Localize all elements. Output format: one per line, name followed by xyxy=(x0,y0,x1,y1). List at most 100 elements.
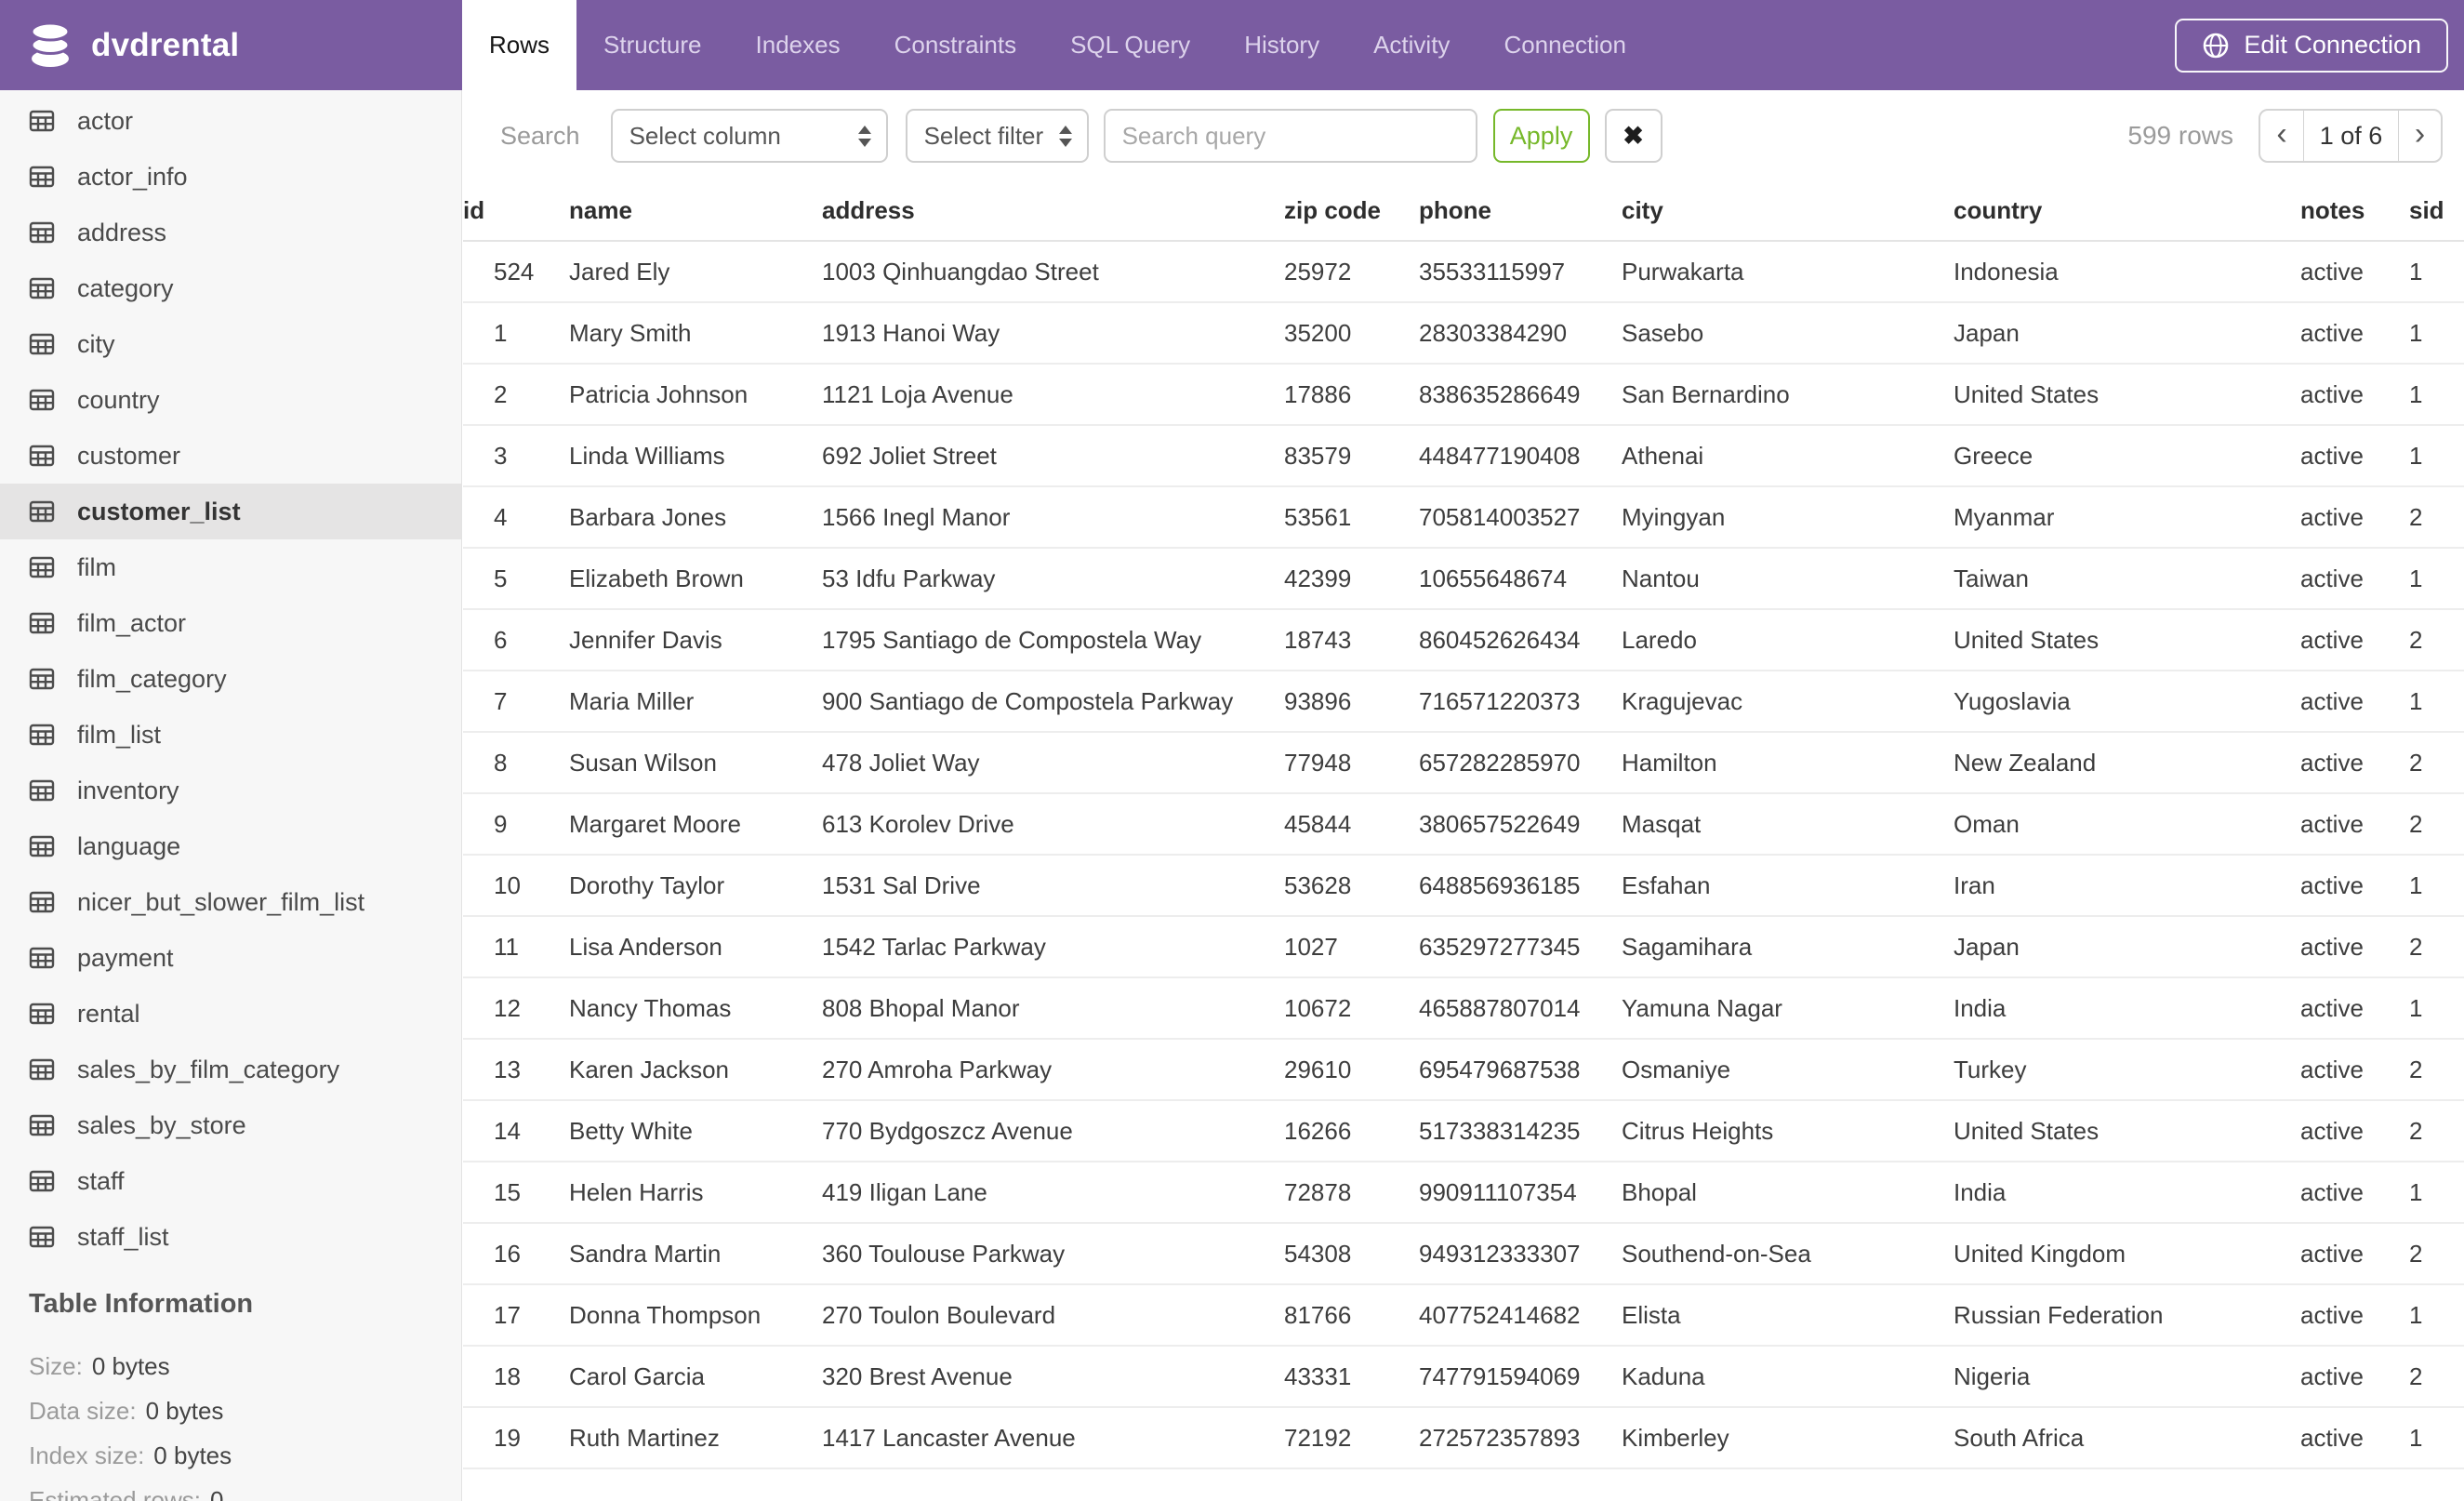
table-row[interactable]: 9 Margaret Moore 613 Korolev Drive 45844… xyxy=(463,793,2464,856)
table-row[interactable]: 7 Maria Miller 900 Santiago de Compostel… xyxy=(463,671,2464,733)
sidebar-item-table[interactable]: actor xyxy=(0,93,461,149)
clear-search-button[interactable]: ✖ xyxy=(1604,109,1663,163)
sidebar-item-table[interactable]: film_list xyxy=(0,707,461,763)
table-icon xyxy=(28,665,56,693)
sidebar-item-table[interactable]: language xyxy=(0,818,461,874)
tab[interactable]: Connection xyxy=(1477,0,1653,90)
cell-sid: 1 xyxy=(2409,1162,2464,1224)
sidebar-item-table[interactable]: address xyxy=(0,205,461,260)
table-row[interactable]: 11 Lisa Anderson 1542 Tarlac Parkway 102… xyxy=(463,916,2464,978)
table-row[interactable]: 2 Patricia Johnson 1121 Loja Avenue 1788… xyxy=(463,364,2464,426)
cell-id: 16 xyxy=(463,1223,569,1285)
table-row[interactable]: 15 Helen Harris 419 Iligan Lane 72878 99… xyxy=(463,1162,2464,1224)
table-row[interactable]: 12 Nancy Thomas 808 Bhopal Manor 10672 4… xyxy=(463,977,2464,1040)
table-name-label: film_category xyxy=(77,664,227,693)
select-column-dropdown[interactable]: Select column xyxy=(610,109,888,163)
sidebar-item-table[interactable]: nicer_but_slower_film_list xyxy=(0,874,461,930)
table-icon xyxy=(28,888,56,916)
sidebar-item-table[interactable]: customer xyxy=(0,428,461,484)
sidebar-item-table[interactable]: payment xyxy=(0,930,461,986)
table-body: 524 Jared Ely 1003 Qinhuangdao Street 25… xyxy=(463,241,2464,1469)
sidebar-item-table[interactable]: actor_info xyxy=(0,149,461,205)
sidebar-item-table[interactable]: rental xyxy=(0,986,461,1042)
sidebar-item-table[interactable]: city xyxy=(0,316,461,372)
table-icon xyxy=(28,107,56,135)
row-count-label: 599 rows xyxy=(2127,121,2233,150)
tab[interactable]: Structure xyxy=(576,0,729,90)
select-caret-icon xyxy=(1058,125,1072,147)
table-row[interactable]: 524 Jared Ely 1003 Qinhuangdao Street 25… xyxy=(463,241,2464,303)
table-row[interactable]: 1 Mary Smith 1913 Hanoi Way 35200 283033… xyxy=(463,302,2464,365)
apply-button[interactable]: Apply xyxy=(1492,109,1590,163)
table-row[interactable]: 10 Dorothy Taylor 1531 Sal Drive 53628 6… xyxy=(463,855,2464,917)
cell-name: Elizabeth Brown xyxy=(569,548,822,610)
cell-city: Citrus Heights xyxy=(1622,1100,1954,1162)
select-filter-dropdown[interactable]: Select filter xyxy=(905,109,1089,163)
column-header[interactable]: id xyxy=(463,181,569,242)
cell-zip-code: 42399 xyxy=(1284,548,1419,610)
cell-notes: active xyxy=(2300,916,2409,978)
table-row[interactable]: 5 Elizabeth Brown 53 Idfu Parkway 42399 … xyxy=(463,548,2464,610)
next-page-button[interactable]: › xyxy=(2399,111,2441,161)
sidebar-item-table[interactable]: inventory xyxy=(0,763,461,818)
table-row[interactable]: 6 Jennifer Davis 1795 Santiago de Compos… xyxy=(463,609,2464,671)
table-information-heading: Table Information xyxy=(29,1289,254,1319)
column-header[interactable]: phone xyxy=(1419,181,1622,242)
previous-page-button[interactable]: ‹ xyxy=(2260,111,2303,161)
cell-zip-code: 77948 xyxy=(1284,732,1419,794)
cell-id: 1 xyxy=(463,302,569,365)
tab[interactable]: Activity xyxy=(1346,0,1477,90)
sidebar-item-table[interactable]: film xyxy=(0,539,461,595)
cell-country: India xyxy=(1954,977,2300,1040)
table-icon xyxy=(28,721,56,749)
sidebar-item-table[interactable]: sales_by_film_category xyxy=(0,1042,461,1097)
table-row[interactable]: 17 Donna Thompson 270 Toulon Boulevard 8… xyxy=(463,1284,2464,1347)
table-row[interactable]: 4 Barbara Jones 1566 Inegl Manor 53561 7… xyxy=(463,486,2464,549)
sidebar-item-table[interactable]: country xyxy=(0,372,461,428)
cell-name: Linda Williams xyxy=(569,425,822,487)
column-header[interactable]: city xyxy=(1622,181,1954,242)
cell-notes: active xyxy=(2300,671,2409,733)
cell-zip-code: 93896 xyxy=(1284,671,1419,733)
sidebar-item-table[interactable]: sales_by_store xyxy=(0,1097,461,1153)
column-header[interactable]: notes xyxy=(2300,181,2409,242)
tab[interactable]: Constraints xyxy=(868,0,1044,90)
column-header[interactable]: address xyxy=(822,181,1284,242)
sidebar-item-table[interactable]: staff_list xyxy=(0,1209,461,1265)
column-header[interactable]: name xyxy=(569,181,822,242)
sidebar-item-table[interactable]: film_category xyxy=(0,651,461,707)
cell-address: 692 Joliet Street xyxy=(822,425,1284,487)
column-header[interactable]: country xyxy=(1954,181,2300,242)
cell-phone: 380657522649 xyxy=(1419,793,1622,856)
table-row[interactable]: 19 Ruth Martinez 1417 Lancaster Avenue 7… xyxy=(463,1407,2464,1469)
table-name-label: inventory xyxy=(77,776,179,804)
table-row[interactable]: 18 Carol Garcia 320 Brest Avenue 43331 7… xyxy=(463,1346,2464,1408)
sidebar-item-table[interactable]: staff xyxy=(0,1153,461,1209)
cell-id: 14 xyxy=(463,1100,569,1162)
cell-name: Margaret Moore xyxy=(569,793,822,856)
table-row[interactable]: 8 Susan Wilson 478 Joliet Way 77948 6572… xyxy=(463,732,2464,794)
tab[interactable]: Rows xyxy=(462,0,577,90)
sidebar-item-table[interactable]: customer_list xyxy=(0,484,461,539)
sidebar-item-table[interactable]: film_actor xyxy=(0,595,461,651)
tab[interactable]: Indexes xyxy=(729,0,868,90)
tab[interactable]: SQL Query xyxy=(1043,0,1217,90)
table-row[interactable]: 16 Sandra Martin 360 Toulouse Parkway 54… xyxy=(463,1223,2464,1285)
table-icon xyxy=(28,1056,56,1083)
column-header[interactable]: zip code xyxy=(1284,181,1419,242)
column-header[interactable]: sid xyxy=(2409,181,2464,242)
table-row[interactable]: 14 Betty White 770 Bydgoszcz Avenue 1626… xyxy=(463,1100,2464,1162)
table-row[interactable]: 13 Karen Jackson 270 Amroha Parkway 2961… xyxy=(463,1039,2464,1101)
cell-notes: active xyxy=(2300,977,2409,1040)
cell-country: United States xyxy=(1954,609,2300,671)
cell-address: 478 Joliet Way xyxy=(822,732,1284,794)
table-row[interactable]: 3 Linda Williams 692 Joliet Street 83579… xyxy=(463,425,2464,487)
cell-city: Hamilton xyxy=(1622,732,1954,794)
tab[interactable]: History xyxy=(1217,0,1346,90)
cell-country: India xyxy=(1954,1162,2300,1224)
search-query-input[interactable] xyxy=(1103,109,1477,163)
rows-table: id name address zip code phone city coun… xyxy=(463,181,2464,1469)
sidebar-item-table[interactable]: category xyxy=(0,260,461,316)
edit-connection-button[interactable]: Edit Connection xyxy=(2175,18,2448,73)
table-icon xyxy=(28,1223,56,1251)
